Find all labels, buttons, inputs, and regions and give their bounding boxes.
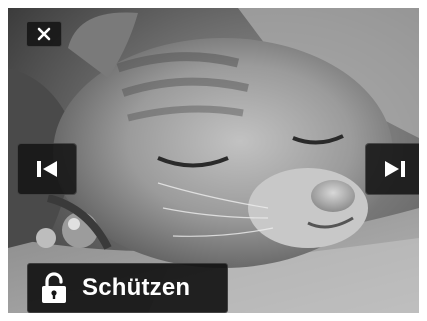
- previous-image-button[interactable]: [17, 143, 77, 195]
- skip-next-icon: [384, 160, 406, 178]
- lock-open-icon: [40, 272, 68, 304]
- protect-label: Schützen: [82, 274, 191, 301]
- close-button[interactable]: [26, 21, 62, 47]
- close-icon: [37, 27, 51, 41]
- skip-previous-icon: [36, 160, 58, 178]
- protect-button[interactable]: Schützen: [27, 263, 228, 313]
- playback-screen: Schützen: [8, 8, 419, 313]
- next-image-button[interactable]: [365, 143, 419, 195]
